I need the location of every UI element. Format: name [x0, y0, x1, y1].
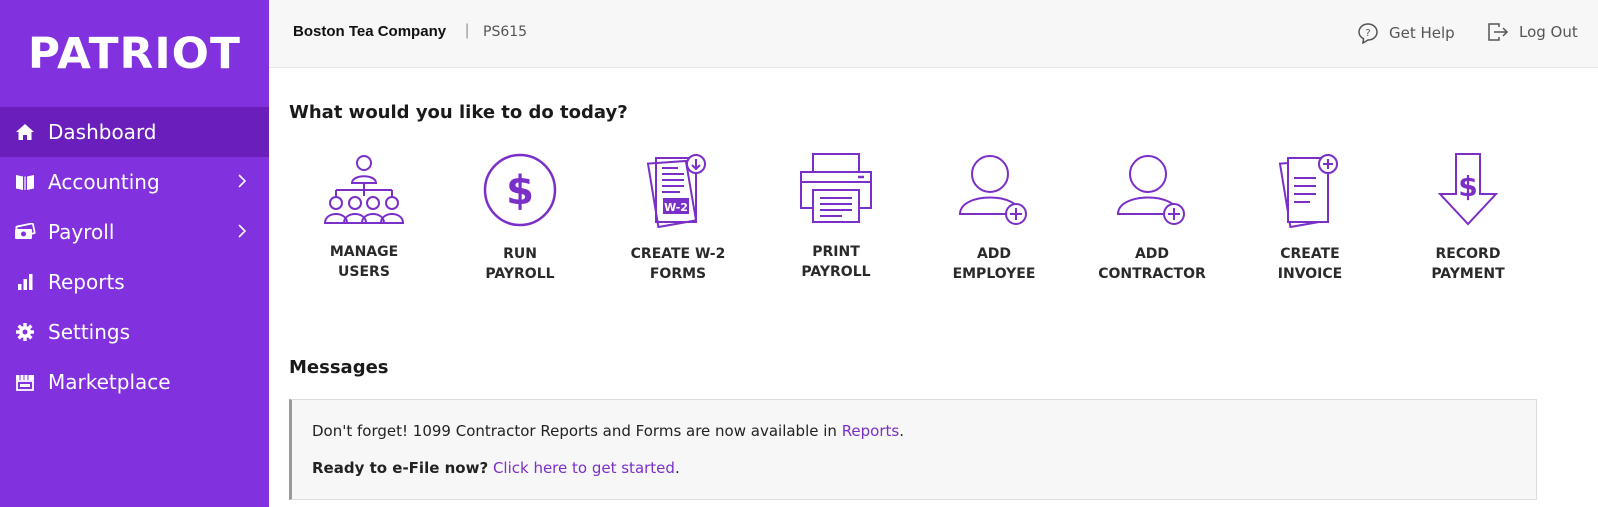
- add-employee-action[interactable]: ADD EMPLOYEE: [914, 152, 1074, 284]
- chevron-right-icon: [238, 224, 247, 238]
- sidebar-item-dashboard[interactable]: Dashboard: [0, 107, 269, 157]
- w2-form-icon: W-2: [646, 154, 706, 228]
- printer-icon: [800, 153, 872, 223]
- invoice-add-icon: [1278, 154, 1338, 228]
- sidebar-item-payroll[interactable]: Payroll: [0, 207, 269, 257]
- get-started-link[interactable]: Click here to get started: [493, 459, 675, 477]
- sidebar-item-label: Reports: [48, 270, 125, 294]
- top-header: Boston Tea Company | PS615 ? Get Help Lo…: [269, 0, 1598, 68]
- reports-link[interactable]: Reports: [842, 422, 900, 440]
- chevron-right-icon: [238, 174, 247, 188]
- print-payroll-action[interactable]: PRINT PAYROLL: [756, 152, 916, 282]
- logo-text: PATRIOT: [27, 28, 242, 79]
- action-label: CREATE INVOICE: [1277, 246, 1343, 282]
- add-person-icon: [1116, 155, 1185, 225]
- svg-text:$: $: [1458, 170, 1477, 203]
- create-w2-forms-action[interactable]: W-2 CREATE W-2 FORMS: [598, 152, 758, 284]
- logo[interactable]: PATRIOT: [0, 0, 269, 107]
- sidebar-item-accounting[interactable]: Accounting: [0, 157, 269, 207]
- record-payment-action[interactable]: $ RECORD PAYMENT: [1388, 152, 1548, 284]
- get-help-label: Get Help: [1389, 24, 1455, 42]
- sidebar-item-label: Settings: [48, 320, 131, 344]
- home-icon: [14, 121, 36, 143]
- gear-icon: [14, 321, 36, 343]
- manage-users-action[interactable]: MANAGE USERS: [284, 152, 444, 282]
- action-label: ADD EMPLOYEE: [952, 246, 1036, 282]
- create-invoice-action[interactable]: CREATE INVOICE: [1230, 152, 1390, 284]
- svg-text:W-2: W-2: [664, 201, 688, 214]
- app-window: PATRIOT Dashboard Accounting Payroll Rep…: [0, 0, 1598, 507]
- storefront-icon: [14, 371, 36, 393]
- sidebar-item-label: Accounting: [48, 170, 160, 194]
- sidebar-item-label: Payroll: [48, 220, 115, 244]
- log-out-button[interactable]: Log Out: [1487, 22, 1578, 42]
- run-payroll-action[interactable]: $ RUN PAYROLL: [440, 152, 600, 284]
- account-id: PS615: [483, 24, 528, 40]
- svg-text:?: ?: [1365, 28, 1370, 39]
- quick-actions: MANAGE USERS $ RUN PAYROLL W-2 CREATE W-…: [289, 152, 1589, 292]
- sidebar-item-reports[interactable]: Reports: [0, 257, 269, 307]
- sidebar-item-label: Marketplace: [48, 370, 171, 394]
- add-contractor-action[interactable]: ADD CONTRACTOR: [1072, 152, 1232, 284]
- add-person-icon: [958, 155, 1027, 225]
- org-chart-icon: [323, 155, 405, 224]
- messages-heading: Messages: [289, 357, 389, 378]
- sidebar-item-settings[interactable]: Settings: [0, 307, 269, 357]
- help-bubble-icon: ?: [1358, 23, 1378, 44]
- action-label: RECORD PAYMENT: [1431, 246, 1505, 282]
- page-title: What would you like to do today?: [289, 102, 628, 123]
- book-icon: [14, 171, 36, 193]
- log-out-icon: [1488, 23, 1509, 41]
- company-name: Boston Tea Company: [293, 23, 447, 40]
- get-help-button[interactable]: ? Get Help: [1357, 22, 1455, 44]
- message-efile: Ready to e-File now? Click here to get s…: [312, 459, 680, 477]
- log-out-label: Log Out: [1519, 23, 1578, 41]
- bar-chart-icon: [14, 271, 36, 293]
- sidebar-item-marketplace[interactable]: Marketplace: [0, 357, 269, 407]
- action-label: ADD CONTRACTOR: [1098, 246, 1206, 282]
- message-1099: Don't forget! 1099 Contractor Reports an…: [312, 422, 905, 440]
- dollar-circle-icon: $: [483, 153, 557, 227]
- messages-panel: Don't forget! 1099 Contractor Reports an…: [289, 399, 1537, 500]
- action-label: PRINT PAYROLL: [801, 244, 871, 280]
- dollar-arrow-down-icon: $: [1437, 153, 1499, 226]
- sidebar-nav: Dashboard Accounting Payroll Reports Set…: [0, 107, 269, 407]
- action-label: CREATE W-2 FORMS: [630, 246, 726, 282]
- action-label: RUN PAYROLL: [485, 246, 555, 282]
- action-label: MANAGE USERS: [329, 244, 399, 280]
- sidebar: PATRIOT Dashboard Accounting Payroll Rep…: [0, 0, 269, 507]
- money-icon: [14, 221, 36, 243]
- svg-text:$: $: [506, 168, 534, 214]
- sidebar-item-label: Dashboard: [48, 120, 157, 144]
- header-separator: |: [465, 22, 470, 39]
